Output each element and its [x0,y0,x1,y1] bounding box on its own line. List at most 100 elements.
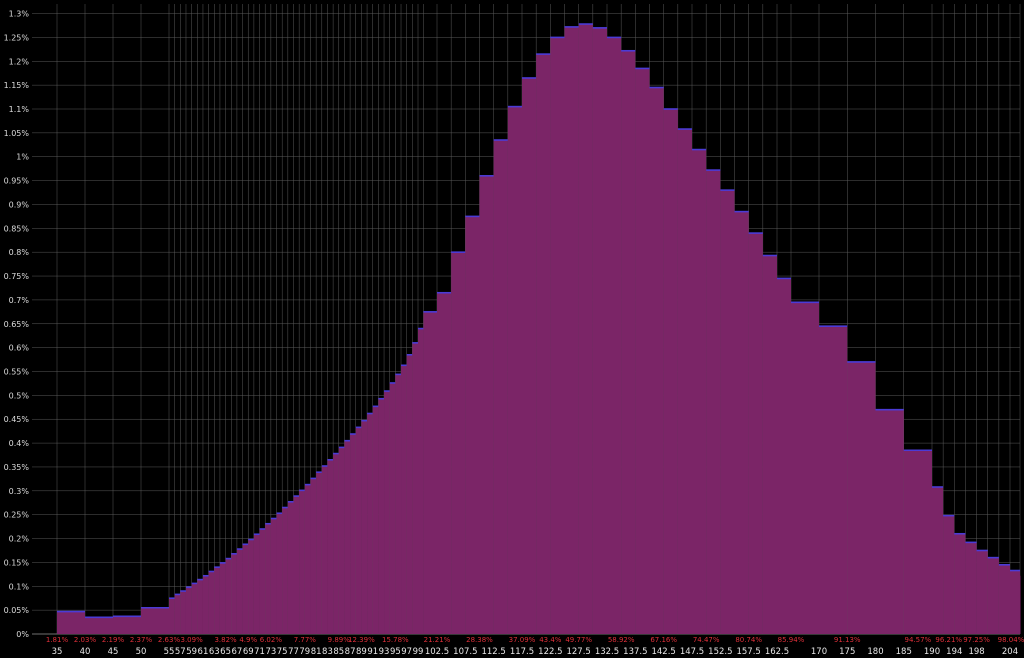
y-tick-label: 0.95% [4,177,30,186]
cumulative-percent-label: 12.39% [348,636,375,644]
y-tick-label: 0.8% [9,248,30,257]
histogram-bar [282,507,288,634]
histogram-bars [57,23,1021,635]
histogram-bar [777,278,791,634]
histogram-bar [231,553,237,634]
histogram-bar [564,26,579,634]
histogram-bar [185,587,192,634]
cumulative-percent-label: 74.47% [693,636,720,644]
x-tick-label: 50 [136,647,147,657]
y-tick-label: 0.65% [4,320,30,329]
cumulative-percent-label: 91.13% [834,636,861,644]
histogram-bar [791,302,819,634]
y-tick-label: 1.2% [9,57,30,66]
histogram-bar [649,87,664,635]
x-tick-label: 77 [288,647,299,657]
x-tick-label: 204 [1002,647,1018,657]
histogram-bar [1010,570,1020,634]
cumulative-percent-label: 98.04% [998,636,1024,644]
x-tick-label: 75 [277,647,288,657]
y-tick-label: 0.55% [4,368,30,377]
cumulative-percent-label: 2.63% [158,636,181,644]
y-tick-label: 0.45% [4,415,30,424]
histogram-bar [493,140,508,635]
histogram-bar [954,533,966,634]
x-tick-label: 127.5 [566,647,590,657]
x-tick-label: 152.5 [708,647,732,657]
x-tick-label: 87 [345,647,356,657]
y-tick-label: 0.6% [9,344,30,353]
histogram-bar [202,575,209,634]
histogram-bar [987,557,999,634]
cumulative-percent-label: 67.16% [650,636,677,644]
histogram-bar [706,170,721,634]
cumulative-percent-label: 49.77% [565,636,592,644]
x-tick-label: 97 [401,647,412,657]
x-tick-label: 194 [946,647,962,657]
x-tick-label: 81 [311,647,322,657]
histogram-bar [465,216,480,635]
histogram-bar [141,607,169,634]
histogram-bar [592,27,607,634]
cumulative-percent-label: 6.02% [260,636,283,644]
y-tick-label: 0.3% [9,487,30,496]
x-tick-label: 71 [254,647,265,657]
histogram-bar [355,427,362,634]
cumulative-percent-label: 9.89% [328,636,351,644]
histogram-bar [607,37,622,634]
histogram-bar [550,37,565,634]
y-tick-label: 0.7% [9,296,30,305]
cumulative-percent-label: 58.92% [608,636,635,644]
histogram-bar [621,50,636,635]
histogram-bar [304,484,311,634]
x-tick-label: 79 [299,647,310,657]
histogram-bar [875,409,904,634]
cumulative-percent-label: 21.21% [424,636,451,644]
x-tick-label: 40 [80,647,91,657]
chart-canvas: 0% 0.05% 0.1% 0.15% 0.2% 0.25% 0.3% 0.35% 0.4% 0.… [4,4,1024,657]
cumulative-percent-label: 97.25% [963,636,990,644]
cumulative-percent-label: 37.09% [509,636,536,644]
histogram-bar [389,382,396,634]
y-tick-label: 0.75% [4,272,30,281]
x-tick-label: 117.5 [510,647,534,657]
histogram-bar [998,564,1010,634]
x-tick-label: 132.5 [595,647,619,657]
y-tick-label: 0% [16,630,29,639]
x-tick-label: 55 [164,647,175,657]
histogram-bar [677,129,692,634]
x-tick-label: 185 [896,647,912,657]
histogram-bar [197,579,203,634]
histogram-bar [85,617,113,634]
x-tick-label: 67 [231,647,242,657]
x-tick-label: 57 [175,647,186,657]
y-tick-label: 0.15% [4,558,30,567]
histogram-bar [965,542,977,634]
x-tick-label: 61 [198,647,209,657]
histogram-bar [734,211,749,634]
histogram-bar [253,534,260,634]
y-tick-label: 0.5% [9,391,30,400]
histogram-bar [903,450,932,634]
cumulative-percent-label: 15.78% [382,636,409,644]
x-tick-label: 85 [333,647,344,657]
cumulative-percent-label: 2.37% [130,636,153,644]
x-tick-label: 107.5 [453,647,477,657]
x-tick-label: 157.5 [736,647,760,657]
histogram-bar [692,149,707,634]
y-tick-label: 0.1% [9,582,30,591]
histogram-bar [236,549,243,634]
histogram-bar [180,591,186,634]
histogram-bar [287,501,294,634]
histogram-bar [976,550,988,634]
histogram-bar [536,54,551,634]
x-tick-label: 35 [52,647,63,657]
histogram-bar [384,391,390,634]
y-tick-label: 0.35% [4,463,30,472]
x-tick-label: 122.5 [538,647,562,657]
cumulative-percent-label: 96.21% [935,636,962,644]
histogram-bar [219,562,226,634]
y-tick-label: 0.05% [4,606,30,615]
histogram-bar [635,68,650,634]
histogram-bar [401,365,407,634]
